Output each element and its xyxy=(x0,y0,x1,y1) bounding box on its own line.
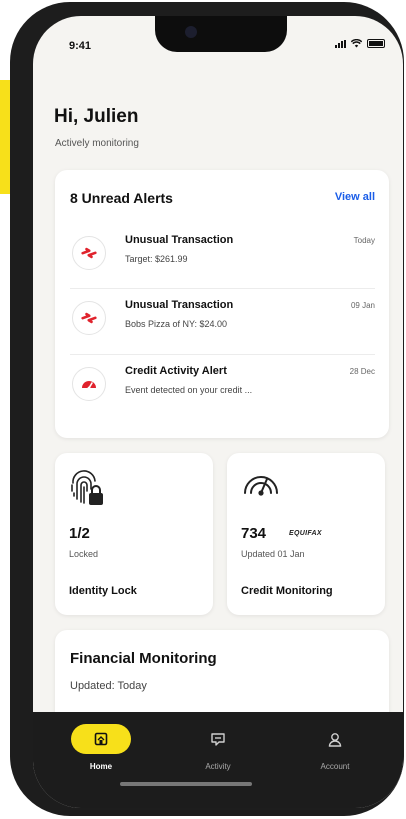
alert-item[interactable]: Credit Activity Alert Event detected on … xyxy=(70,354,375,419)
monitoring-status: Actively monitoring xyxy=(55,138,139,149)
credit-monitoring-card[interactable]: 734 EQUIFAX Updated 01 Jan Credit Monito… xyxy=(227,453,385,615)
credit-updated: Updated 01 Jan xyxy=(241,549,305,559)
status-icons xyxy=(335,39,385,48)
alert-item[interactable]: Unusual Transaction Target: $261.99 Toda… xyxy=(70,224,375,288)
home-icon-pill xyxy=(71,724,131,754)
identity-lock-status: Locked xyxy=(69,549,99,559)
tab-label: Home xyxy=(89,762,113,771)
financial-monitoring-title: Financial Monitoring xyxy=(70,650,217,667)
alert-title: Unusual Transaction xyxy=(125,234,234,246)
page-title: Hi, Julien xyxy=(54,106,139,127)
alerts-title: 8 Unread Alerts xyxy=(70,190,173,206)
phone-notch xyxy=(155,16,287,52)
alert-date: 09 Jan xyxy=(350,301,375,310)
camera-icon xyxy=(185,26,197,38)
bottom-tab-bar: Home Activity Account xyxy=(33,712,403,808)
signal-icon xyxy=(335,40,346,48)
user-icon xyxy=(328,732,342,747)
app-screen: 9:41 Hi, Julien Actively monitoring 8 Un… xyxy=(33,16,403,808)
alerts-card: 8 Unread Alerts View all Unusual Transac… xyxy=(55,170,389,438)
alert-item[interactable]: Unusual Transaction Bobs Pizza of NY: $2… xyxy=(70,288,375,353)
alert-description: Target: $261.99 xyxy=(125,254,188,264)
alert-title: Credit Activity Alert xyxy=(125,365,227,377)
tab-label: Account xyxy=(320,762,350,771)
alert-description: Event detected on your credit ... xyxy=(125,385,253,395)
alert-title: Unusual Transaction xyxy=(125,299,234,311)
battery-icon xyxy=(367,39,385,48)
credit-score: 734 xyxy=(241,525,267,542)
credit-monitoring-label: Credit Monitoring xyxy=(241,585,333,597)
alert-date: 28 Dec xyxy=(349,367,375,376)
fingerprint-lock-icon xyxy=(69,469,105,512)
chat-icon xyxy=(211,732,225,746)
transaction-icon xyxy=(72,301,106,335)
identity-lock-count: 1/2 xyxy=(69,525,90,542)
identity-lock-label: Identity Lock xyxy=(69,585,137,597)
phone-frame: 9:41 Hi, Julien Actively monitoring 8 Un… xyxy=(10,2,404,816)
financial-monitoring-updated: Updated: Today xyxy=(70,680,147,692)
home-icon xyxy=(94,732,108,746)
alert-description: Bobs Pizza of NY: $24.00 xyxy=(125,319,228,329)
transaction-icon xyxy=(72,236,106,270)
identity-lock-card[interactable]: 1/2 Locked Identity Lock xyxy=(55,453,213,615)
equifax-logo: EQUIFAX xyxy=(289,530,322,537)
tab-account[interactable]: Account xyxy=(285,724,385,771)
tab-home[interactable]: Home xyxy=(51,724,151,771)
tab-label: Activity xyxy=(205,762,231,771)
credit-gauge-icon xyxy=(72,367,106,401)
alert-date: Today xyxy=(353,236,375,245)
view-all-link[interactable]: View all xyxy=(335,191,375,203)
credit-gauge-icon xyxy=(241,469,281,502)
wifi-icon xyxy=(351,39,362,48)
home-indicator[interactable] xyxy=(120,782,252,786)
tab-activity[interactable]: Activity xyxy=(168,724,268,771)
status-time: 9:41 xyxy=(69,40,92,52)
